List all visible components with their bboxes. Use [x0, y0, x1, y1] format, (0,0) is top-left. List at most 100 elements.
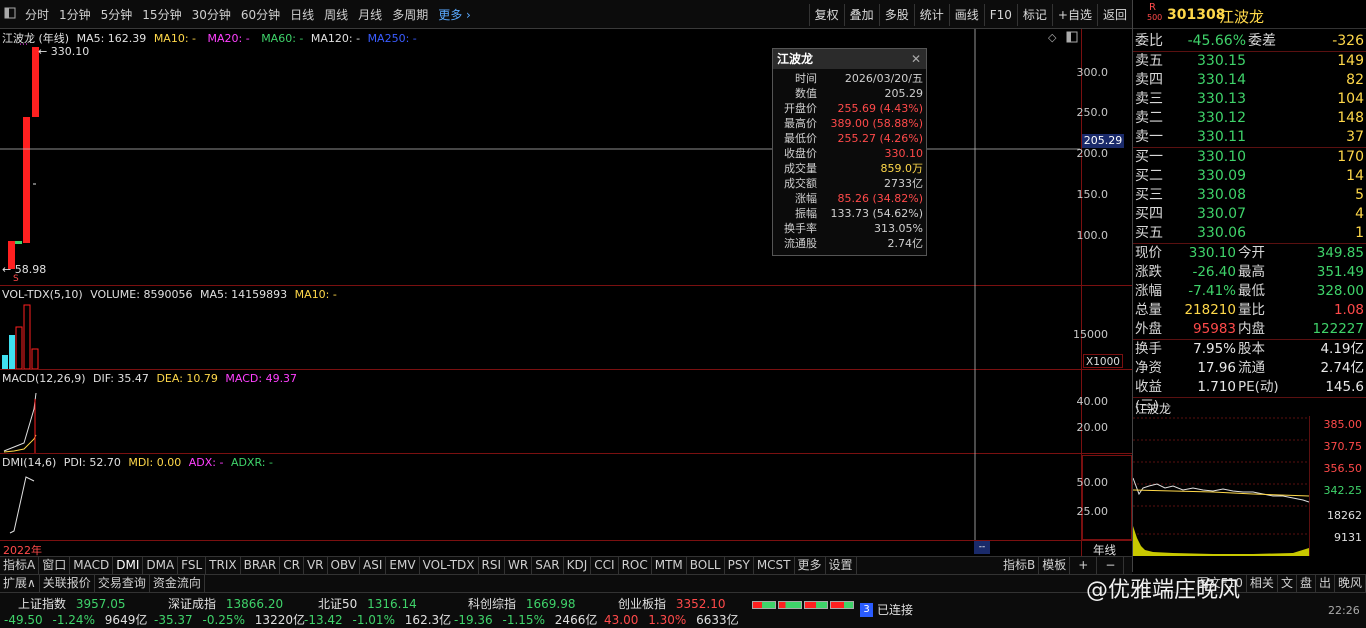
indicator-tab[interactable]: RSI — [479, 557, 506, 574]
indicator-tab[interactable]: KDJ — [564, 557, 592, 574]
indicator-tab[interactable]: 指标A — [0, 557, 40, 574]
weibi-row: 委比 -45.66% 委差 -326 — [1133, 32, 1366, 51]
indicator-tab[interactable]: MACD — [70, 557, 114, 574]
volume-unit: X1000 — [1083, 354, 1123, 368]
index-item[interactable]: 上证指数 3957.05 — [18, 595, 125, 612]
s-marker: S — [13, 274, 19, 284]
indicator-tab[interactable]: BOLL — [687, 557, 725, 574]
index-item[interactable]: 创业板指 3352.10 — [618, 595, 725, 612]
indicator-tab[interactable]: CR — [280, 557, 304, 574]
indicator-tab[interactable]: OBV — [328, 557, 361, 574]
board-tab[interactable]: 盘 — [1297, 575, 1316, 592]
ask-row[interactable]: 卖三 330.13 104 — [1133, 90, 1366, 109]
index-pct: -0.25% — [202, 613, 245, 627]
indicator-tab[interactable]: PSY — [725, 557, 754, 574]
index-item[interactable]: 北证50 1316.14 — [318, 595, 417, 612]
indicator-tab[interactable]: CCI — [591, 557, 619, 574]
stat-label: 换手 — [1135, 341, 1162, 357]
indicator-tab[interactable]: FSL — [178, 557, 207, 574]
bid-book: 买一 330.10 170 买二 330.09 14 买三 330.08 5 买四 330.07 4 买… — [1133, 148, 1366, 243]
overlay-button[interactable]: 叠加 — [843, 3, 879, 26]
multi-stock-button[interactable]: 多股 — [878, 3, 914, 26]
stat-row: 涨跌 -26.40 最高 351.49 — [1133, 263, 1366, 282]
tooltip-value: 255.27 (4.26%) — [837, 132, 923, 145]
bid-row[interactable]: 买四 330.07 4 — [1133, 205, 1366, 224]
evening-tab[interactable]: 晚风 — [1335, 575, 1366, 592]
breadth-bar — [778, 601, 802, 609]
text-tab[interactable]: 文 — [1278, 575, 1297, 592]
period-tab-multi[interactable]: 多周期 — [387, 6, 433, 23]
kline-chart-area[interactable]: ◇ 江波龙 (年线) MA5: 162.39 MA10: - MA20: - M… — [0, 29, 1132, 557]
add-watchlist-button[interactable]: +自选 — [1051, 3, 1097, 26]
indicator-tab[interactable]: MCST — [754, 557, 795, 574]
period-tab-60min[interactable]: 60分钟 — [236, 6, 285, 23]
period-tab-30min[interactable]: 30分钟 — [187, 6, 236, 23]
indicator-tab[interactable]: VR — [304, 557, 328, 574]
period-tab-day[interactable]: 日线 — [285, 6, 319, 23]
ask-volume: 104 — [1337, 91, 1364, 107]
related-tab[interactable]: 相关 — [1247, 575, 1278, 592]
indicator-tab[interactable]: TRIX — [206, 557, 241, 574]
period-tab-15min[interactable]: 15分钟 — [137, 6, 186, 23]
indicator-tab[interactable]: 窗口 — [39, 557, 71, 574]
out-tab[interactable]: 出 — [1316, 575, 1335, 592]
period-tab-fenshi[interactable]: 分时 — [20, 6, 54, 23]
restore-rights-button[interactable]: 复权 — [808, 3, 844, 26]
window-icon[interactable] — [0, 7, 20, 22]
expand-tab[interactable]: 扩展∧ — [0, 575, 40, 592]
period-tab-week[interactable]: 周线 — [319, 6, 353, 23]
ask-row[interactable]: 卖四 330.14 82 — [1133, 71, 1366, 90]
indicator-tab[interactable]: SAR — [532, 557, 564, 574]
connection-status[interactable]: 3 已连接 — [860, 601, 913, 618]
market-breadth-bars — [752, 601, 854, 609]
period-tab-1min[interactable]: 1分钟 — [54, 6, 96, 23]
period-tab-5min[interactable]: 5分钟 — [96, 6, 138, 23]
fund-flow-tab[interactable]: 资金流向 — [150, 575, 205, 592]
stat-value: 7.95% — [1193, 341, 1236, 357]
indicator-tab[interactable]: VOL-TDX — [420, 557, 479, 574]
indicator-tab[interactable]: ROC — [619, 557, 652, 574]
period-tab-month[interactable]: 月线 — [353, 6, 387, 23]
draw-line-button[interactable]: 画线 — [948, 3, 984, 26]
indicator-tab[interactable]: EMV — [386, 557, 420, 574]
template-tab[interactable]: 模板 — [1039, 557, 1071, 574]
index-value: 3957.05 — [75, 597, 126, 611]
f10-button[interactable]: F10 — [983, 3, 1017, 26]
index-item[interactable]: 科创综指 1669.98 — [468, 595, 575, 612]
back-button[interactable]: 返回 — [1096, 3, 1132, 26]
indicator-b-tab[interactable]: 指标B — [1000, 557, 1040, 574]
close-icon[interactable]: ✕ — [911, 49, 921, 69]
stat-value: 95983 — [1193, 321, 1236, 337]
volume-plot — [2, 285, 976, 369]
macd-tick: 40.00 — [1076, 395, 1109, 408]
indicator-tab[interactable]: 更多 — [795, 557, 826, 574]
stat-row: 涨幅 -7.41% 最低 328.00 — [1133, 282, 1366, 301]
ask-volume: 37 — [1346, 129, 1364, 145]
index-chg: -35.37 — [154, 613, 193, 627]
related-quotes-tab[interactable]: 关联报价 — [40, 575, 95, 592]
stock-code: 301308 — [1167, 7, 1226, 23]
indicator-tab[interactable]: DMA — [143, 557, 179, 574]
ask-row[interactable]: 卖五 330.15 149 — [1133, 52, 1366, 71]
indicator-tab[interactable]: 设置 — [826, 557, 857, 574]
trade-query-tab[interactable]: 交易查询 — [95, 575, 150, 592]
tooltip-row: 流通股 2.74亿 — [773, 236, 926, 251]
bid-row[interactable]: 买三 330.08 5 — [1133, 186, 1366, 205]
indicator-tab[interactable]: WR — [505, 557, 533, 574]
ask-row[interactable]: 卖一 330.11 37 — [1133, 128, 1366, 147]
indicator-tab[interactable]: DMI — [113, 557, 144, 574]
tooltip-value: 313.05% — [874, 222, 923, 235]
bid-row[interactable]: 买五 330.06 1 — [1133, 224, 1366, 243]
mini-intraday-chart[interactable]: 江波龙 385.00 370.75 356.50 342.25 18262 91… — [1133, 398, 1366, 558]
indicator-tab[interactable]: BRAR — [241, 557, 281, 574]
statistics-button[interactable]: 统计 — [913, 3, 949, 26]
index-item[interactable]: 深证成指 13866.20 — [168, 595, 283, 612]
bid-row[interactable]: 买一 330.10 170 — [1133, 148, 1366, 167]
indicator-tab[interactable]: MTM — [652, 557, 687, 574]
chevron-right-icon: › — [466, 7, 471, 22]
bid-row[interactable]: 买二 330.09 14 — [1133, 167, 1366, 186]
ask-row[interactable]: 卖二 330.12 148 — [1133, 109, 1366, 128]
indicator-tab[interactable]: ASI — [360, 557, 387, 574]
mark-button[interactable]: 标记 — [1016, 3, 1052, 26]
more-periods-button[interactable]: 更多 › — [433, 6, 476, 23]
